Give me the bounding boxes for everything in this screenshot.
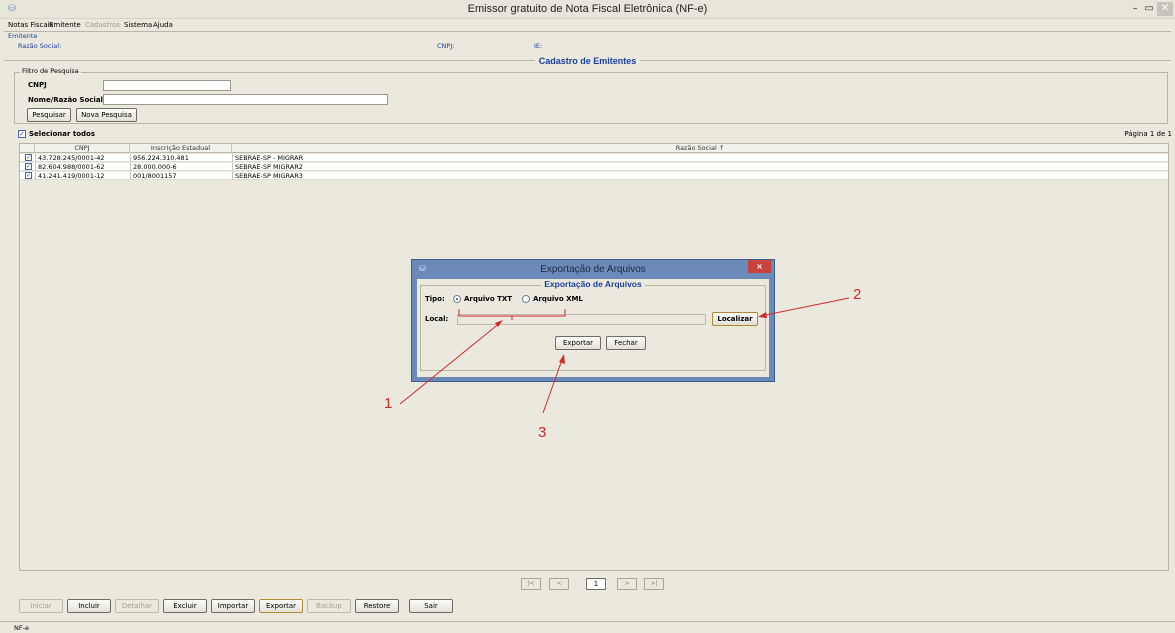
- tipo-label: Tipo:: [425, 295, 445, 303]
- menu-ajuda[interactable]: Ajuda: [153, 21, 173, 29]
- exportar-button[interactable]: Exportar: [259, 599, 303, 613]
- restore-button[interactable]: Restore: [355, 599, 399, 613]
- annotation-3: 3: [538, 424, 547, 441]
- title-bar: ⛁ Emissor gratuito de Nota Fiscal Eletrô…: [0, 0, 1175, 19]
- nome-filter-label: Nome/Razão Social: [28, 96, 103, 104]
- menu-emitente[interactable]: Emitente: [49, 21, 81, 29]
- cell-ie: 001/8001157: [130, 172, 232, 180]
- option-xml-label[interactable]: Arquivo XML: [533, 295, 583, 303]
- status-bar: [0, 621, 1175, 633]
- status-text: NF-e: [14, 624, 29, 632]
- nome-filter-input[interactable]: [103, 94, 388, 105]
- close-window-icon[interactable]: ✕: [1157, 2, 1173, 16]
- new-search-button[interactable]: Nova Pesquisa: [76, 108, 137, 122]
- iniciar-button[interactable]: Iniciar: [19, 599, 63, 613]
- cnpj-filter-label: CNPJ: [28, 81, 47, 89]
- menu-bar: Notas Fiscais Emitente Cadastros Sistema…: [0, 19, 1175, 31]
- cell-razao-social: SEBRAE-SP MIGRAR3: [232, 172, 1168, 180]
- emitente-legend: Emitente: [8, 32, 38, 40]
- backup-button[interactable]: Backup: [307, 599, 351, 613]
- table-row[interactable]: ✓ 41.241.419/0001-12 001/8001157 SEBRAE-…: [20, 172, 1168, 180]
- table-row[interactable]: ✓ 43.728.245/0001-42 956.224.310.481 SEB…: [20, 154, 1168, 162]
- cnpj-label: CNPJ:: [437, 42, 455, 50]
- importar-button[interactable]: Importar: [211, 599, 255, 613]
- prev-page-button[interactable]: <: [549, 578, 569, 590]
- cell-cnpj: 82.604.988/0001-62: [35, 163, 130, 171]
- cell-cnpj: 41.241.419/0001-12: [35, 172, 130, 180]
- page-title: Cadastro de Emitentes: [0, 56, 1175, 66]
- excluir-button[interactable]: Excluir: [163, 599, 207, 613]
- current-page-field[interactable]: 1: [586, 578, 606, 590]
- dialog-fechar-button[interactable]: Fechar: [606, 336, 646, 350]
- cell-cnpj: 43.728.245/0001-42: [35, 154, 130, 162]
- cell-razao-social: SEBRAE-SP MIGRAR2: [232, 163, 1168, 171]
- local-path-input[interactable]: [457, 314, 706, 325]
- select-all-label: Selecionar todos: [29, 130, 96, 138]
- dialog-body: Exportação de Arquivos Tipo: Arquivo TXT…: [417, 279, 769, 377]
- row-checkbox[interactable]: ✓: [25, 154, 32, 161]
- cnpj-filter-input[interactable]: [103, 80, 231, 91]
- search-button[interactable]: Pesquisar: [27, 108, 71, 122]
- filter-legend: Filtro de Pesquisa: [20, 67, 81, 75]
- menu-notas-fiscais[interactable]: Notas Fiscais: [8, 21, 53, 29]
- select-all-checkbox[interactable]: ✓: [18, 130, 26, 138]
- row-checkbox[interactable]: ✓: [25, 172, 32, 179]
- dialog-legend: Exportação de Arquivos: [417, 279, 769, 289]
- ie-label: IE:: [534, 42, 543, 50]
- last-page-button[interactable]: >|: [644, 578, 664, 590]
- maximize-icon[interactable]: ▭: [1142, 2, 1156, 16]
- export-dialog: ⛁ Exportação de Arquivos × Exportação de…: [411, 259, 775, 382]
- page-info: Página 1 de 1: [1124, 130, 1172, 138]
- header-ie[interactable]: Inscrição Estadual: [130, 144, 232, 153]
- dialog-exportar-button[interactable]: Exportar: [555, 336, 601, 350]
- localizar-button[interactable]: Localizar: [712, 312, 758, 326]
- row-checkbox[interactable]: ✓: [25, 163, 32, 170]
- annotation-2: 2: [853, 286, 862, 303]
- dialog-title: Exportação de Arquivos: [540, 264, 646, 275]
- radio-arquivo-xml[interactable]: [522, 295, 530, 303]
- menu-sistema[interactable]: Sistema: [124, 21, 152, 29]
- table-row[interactable]: ✓ 82.604.988/0001-62 28.000.000-6 SEBRAE…: [20, 163, 1168, 171]
- cell-ie: 956.224.310.481: [130, 154, 232, 162]
- local-label: Local:: [425, 315, 449, 323]
- incluir-button[interactable]: Incluir: [67, 599, 111, 613]
- menu-cadastros[interactable]: Cadastros: [85, 21, 120, 29]
- minimize-icon[interactable]: –: [1128, 2, 1142, 16]
- detalhar-button[interactable]: Detalhar: [115, 599, 159, 613]
- header-razao-social[interactable]: Razão Social ↑: [232, 144, 1168, 153]
- emitente-panel: [4, 31, 1171, 55]
- cell-ie: 28.000.000-6: [130, 163, 232, 171]
- razao-social-label: Razão Social:: [18, 42, 62, 50]
- annotation-1: 1: [384, 395, 393, 412]
- option-txt-label[interactable]: Arquivo TXT: [464, 295, 512, 303]
- header-cnpj[interactable]: CNPJ: [35, 144, 130, 153]
- cell-razao-social: SEBRAE-SP - MIGRAR: [232, 154, 1168, 162]
- first-page-button[interactable]: |<: [521, 578, 541, 590]
- header-check-col: [20, 144, 35, 153]
- next-page-button[interactable]: >: [617, 578, 637, 590]
- table-header: CNPJ Inscrição Estadual Razão Social ↑: [20, 144, 1168, 153]
- radio-arquivo-txt[interactable]: [453, 295, 461, 303]
- sair-button[interactable]: Sair: [409, 599, 453, 613]
- window-title: Emissor gratuito de Nota Fiscal Eletrôni…: [467, 3, 708, 15]
- dialog-close-icon[interactable]: ×: [748, 260, 771, 273]
